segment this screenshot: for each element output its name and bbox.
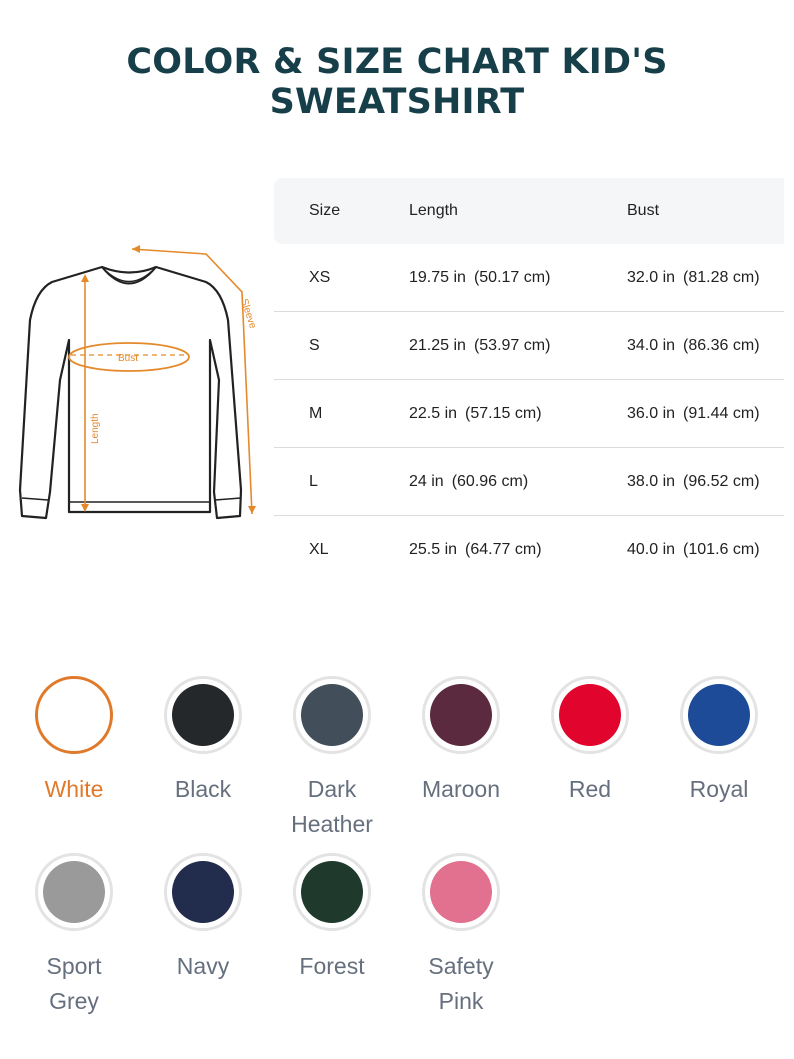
size-table: Size Length Bust XS 19.75 in (50.17 cm) 3… <box>274 178 784 584</box>
color-name: Royal <box>689 776 749 802</box>
length-label: Length <box>90 413 101 444</box>
color-dot <box>301 684 363 746</box>
sleeve-label: Sleeve <box>238 298 258 331</box>
page-title: COLOR & SIZE CHART KID'S SWEATSHIRT <box>126 42 668 122</box>
size-cell: S <box>309 336 320 354</box>
color-name: White <box>44 776 104 802</box>
color-name: Sport Grey <box>46 953 102 1014</box>
swatch-ring[interactable] <box>293 853 371 931</box>
color-swatch-safety-pink[interactable]: Safety Pink <box>396 853 526 1019</box>
header-size: Size <box>309 202 341 219</box>
swatch-ring[interactable] <box>422 853 500 931</box>
sweatshirt-diagram: Sleeve Bust Length <box>14 240 264 530</box>
color-swatch-navy[interactable]: Navy <box>138 853 268 984</box>
color-dot <box>301 861 363 923</box>
swatch-ring[interactable] <box>35 853 113 931</box>
length-cell: 25.5 in (64.77 cm) <box>409 541 542 558</box>
color-name: Red <box>568 776 612 802</box>
color-swatch-black[interactable]: Black <box>138 676 268 807</box>
color-name: Maroon <box>422 776 500 802</box>
swatch-ring[interactable] <box>293 676 371 754</box>
length-cell: 21.25 in (53.97 cm) <box>409 336 551 354</box>
color-dot <box>559 684 621 746</box>
bust-cell: 32.0 in (81.28 cm) <box>627 268 760 286</box>
sweatshirt-illustration: Sleeve Bust Length <box>18 245 258 520</box>
swatch-ring[interactable] <box>422 676 500 754</box>
color-dot <box>688 684 750 746</box>
size-table-header: Size Length Bust <box>274 178 784 244</box>
color-dot <box>43 684 105 746</box>
bust-cell: 40.0 in (101.6 cm) <box>627 541 760 558</box>
color-name: Safety Pink <box>428 953 494 1014</box>
header-bust: Bust <box>627 202 660 219</box>
color-dot <box>172 684 234 746</box>
color-name: Black <box>174 776 232 802</box>
swatch-ring[interactable] <box>551 676 629 754</box>
table-row: M 22.5 in (57.15 cm) 36.0 in (91.44 cm) <box>274 380 784 448</box>
length-cell: 24 in (60.96 cm) <box>409 472 529 490</box>
size-cell: XL <box>309 541 329 558</box>
bust-cell: 38.0 in (96.52 cm) <box>627 472 760 490</box>
color-swatch-white[interactable]: White <box>9 676 139 807</box>
color-name: Forest <box>299 953 365 979</box>
color-dot <box>43 861 105 923</box>
bust-cell: 34.0 in (86.36 cm) <box>627 336 760 354</box>
color-swatch-dark-heather[interactable]: Dark Heather <box>267 676 397 842</box>
color-swatch-royal[interactable]: Royal <box>654 676 784 807</box>
table-row: L 24 in (60.96 cm) 38.0 in (96.52 cm) <box>274 448 784 516</box>
color-dot <box>430 684 492 746</box>
swatch-ring[interactable] <box>164 853 242 931</box>
bust-label: Bust <box>118 353 138 364</box>
table-row: XS 19.75 in (50.17 cm) 32.0 in (81.28 cm) <box>274 244 784 312</box>
size-cell: L <box>309 472 318 490</box>
size-cell: XS <box>309 268 331 286</box>
table-row: S 21.25 in (53.97 cm) 34.0 in (86.36 cm) <box>274 312 784 380</box>
length-cell: 22.5 in (57.15 cm) <box>409 404 542 422</box>
color-dot <box>172 861 234 923</box>
bust-cell: 36.0 in (91.44 cm) <box>627 404 760 422</box>
color-name: Dark Heather <box>291 776 373 837</box>
color-swatch-maroon[interactable]: Maroon <box>396 676 526 807</box>
length-cell: 19.75 in (50.17 cm) <box>409 268 551 286</box>
swatch-ring[interactable] <box>164 676 242 754</box>
color-swatch-forest[interactable]: Forest <box>267 853 397 984</box>
color-swatch-red[interactable]: Red <box>525 676 655 807</box>
color-name: Navy <box>176 953 230 979</box>
swatch-ring[interactable] <box>680 676 758 754</box>
header-length: Length <box>409 202 458 219</box>
table-row: XL 25.5 in (64.77 cm) 40.0 in (101.6 cm) <box>274 516 784 584</box>
color-swatch-sport-grey[interactable]: Sport Grey <box>9 853 139 1019</box>
size-cell: M <box>309 404 323 422</box>
swatch-ring[interactable] <box>35 676 113 754</box>
color-dot <box>430 861 492 923</box>
